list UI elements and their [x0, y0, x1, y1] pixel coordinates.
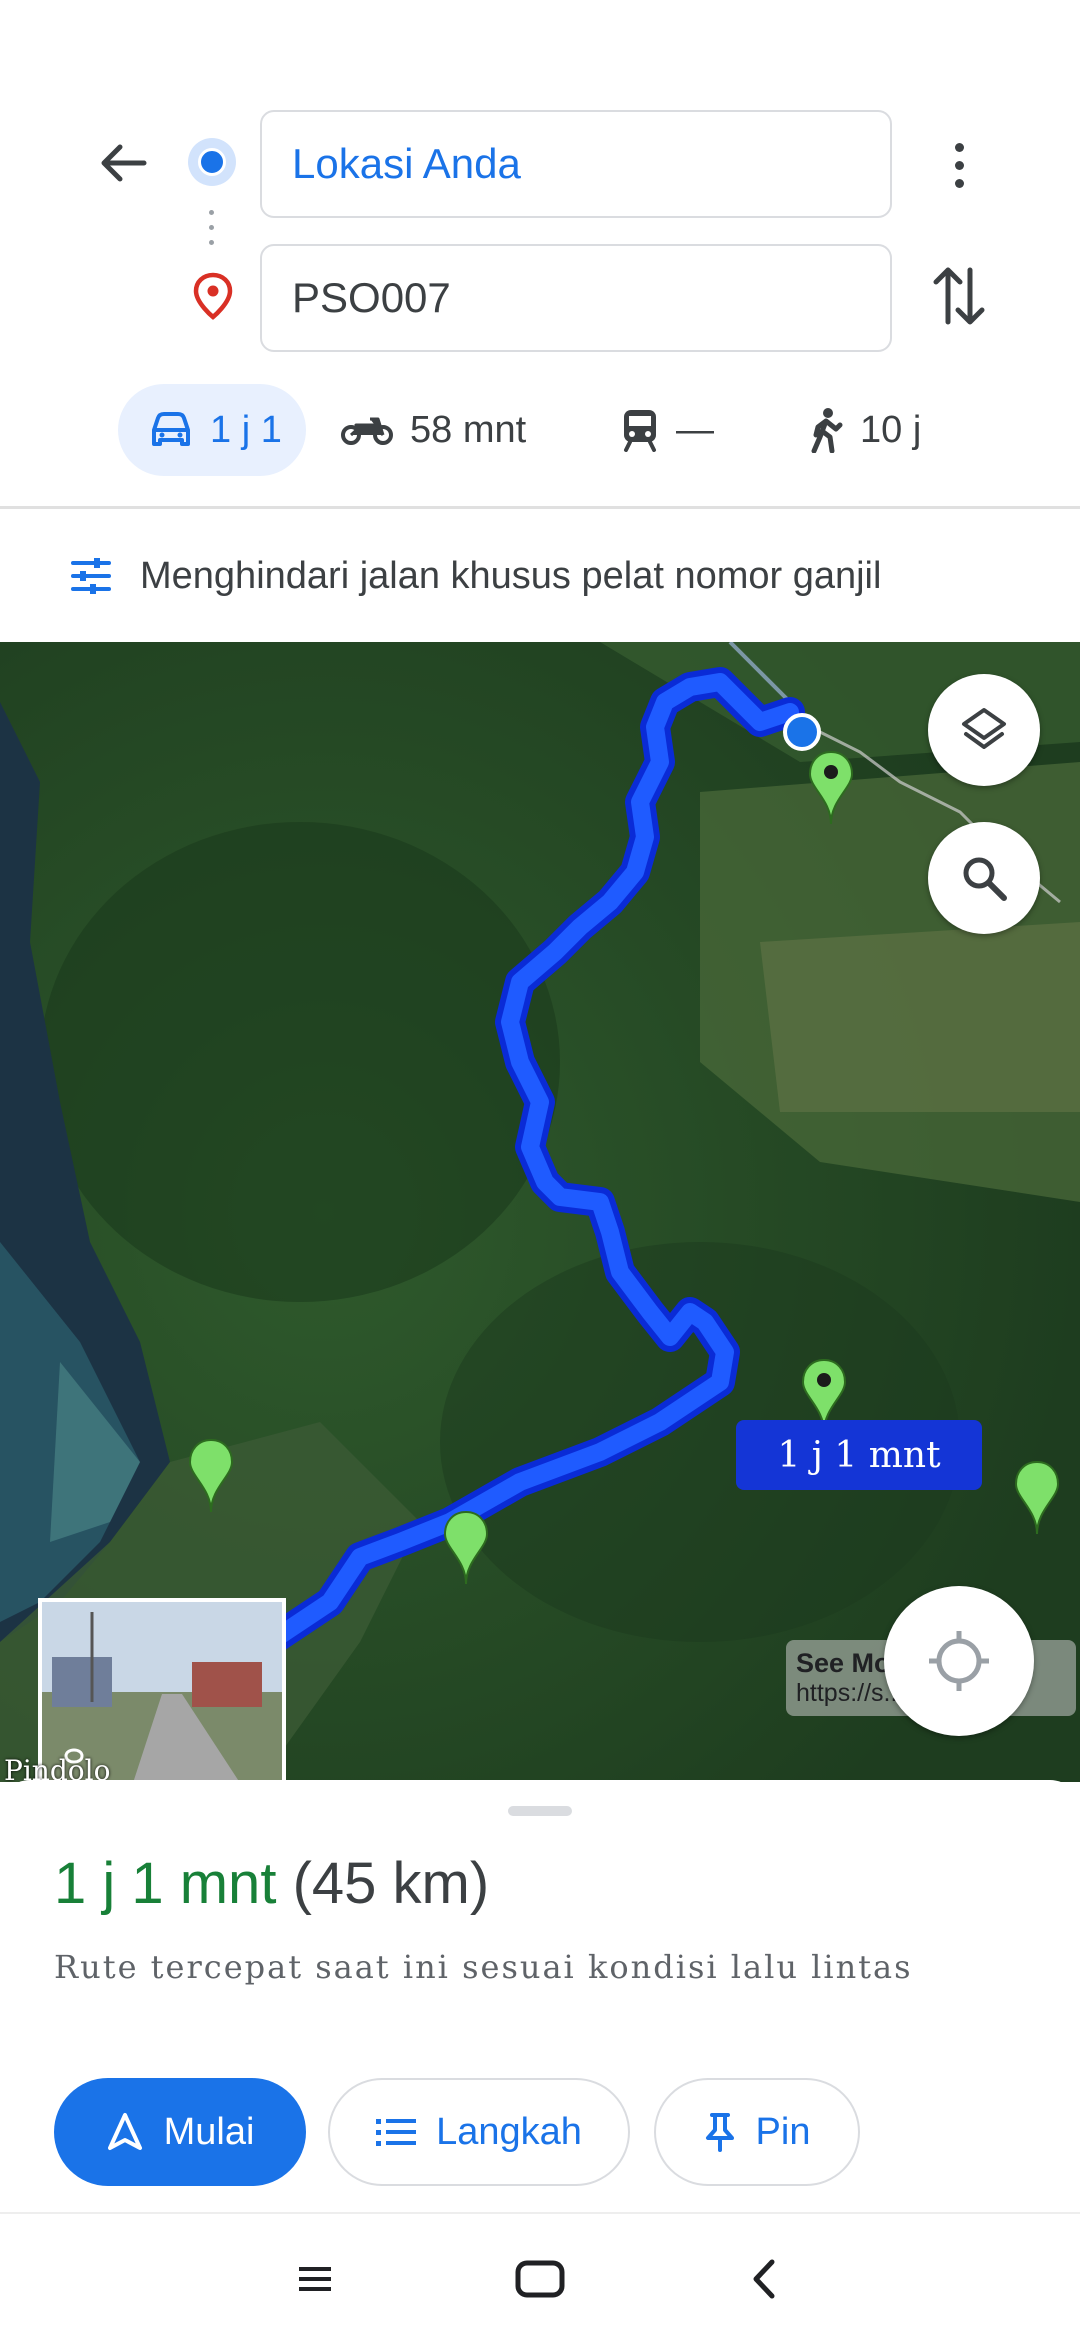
route-options-label: Menghindari jalan khusus pelat nomor gan… [140, 554, 882, 597]
mode-motorcycle-label: 58 mnt [410, 408, 527, 451]
directions-header: Lokasi Anda PSO007 1 j 1 58 mnt — 10 j [0, 0, 1080, 508]
swap-icon [933, 267, 985, 325]
map-search-button[interactable] [928, 822, 1040, 934]
chevron-left-icon [753, 2259, 775, 2299]
map-layers-button[interactable] [928, 674, 1040, 786]
steps-button[interactable]: Langkah [328, 2078, 630, 2186]
system-navigation-bar [0, 2212, 1080, 2340]
navigation-arrow-icon [107, 2113, 142, 2150]
list-icon [376, 2119, 417, 2146]
map-view[interactable]: 1 j 1 mnt See More https://s...App/Home … [0, 642, 1080, 1782]
car-icon [152, 412, 190, 446]
motorcycle-icon [341, 417, 393, 445]
back-arrow-icon [101, 144, 147, 182]
walk-icon [811, 408, 843, 453]
pushpin-icon [705, 2113, 734, 2152]
travel-mode-bar: 1 j 1 58 mnt — 10 j [0, 384, 1080, 476]
my-location-button[interactable] [884, 1586, 1034, 1736]
train-icon [624, 410, 656, 452]
header-divider [0, 506, 1080, 509]
route-summary: 1 j 1 mnt (45 km) [54, 1850, 489, 1917]
mode-car-label: 1 j 1 [210, 408, 282, 451]
route-duration: 1 j 1 mnt [54, 1851, 277, 1916]
system-back-button[interactable] [730, 2244, 800, 2314]
recent-apps-button[interactable] [280, 2244, 350, 2314]
destination-pin-icon [192, 272, 234, 320]
mode-walk-label: 10 j [860, 408, 922, 451]
route-subtitle: Rute tercepat saat ini sesuai kondisi la… [54, 1948, 913, 1986]
menu-icon [299, 2267, 331, 2291]
back-button[interactable] [88, 128, 158, 198]
pin-button-label: Pin [755, 2110, 811, 2153]
more-options-button[interactable] [936, 130, 982, 200]
sheet-drag-handle[interactable] [508, 1806, 572, 1816]
home-button[interactable] [505, 2244, 575, 2314]
home-icon [515, 2260, 565, 2298]
crosshair-icon [929, 1631, 989, 1691]
mode-motorcycle[interactable]: 58 mnt [340, 384, 526, 476]
mode-car[interactable]: 1 j 1 [118, 384, 306, 476]
swap-button[interactable] [930, 262, 988, 330]
start-button[interactable]: Mulai [54, 2078, 306, 2186]
origin-field[interactable]: Lokasi Anda [260, 110, 892, 218]
mode-transit-label: — [676, 408, 714, 451]
steps-button-label: Langkah [436, 2110, 582, 2153]
pin-button[interactable]: Pin [654, 2078, 860, 2186]
connector-dots-icon [209, 210, 215, 256]
route-eta-chip[interactable]: 1 j 1 mnt [736, 1420, 982, 1490]
mode-walk[interactable]: 10 j [808, 384, 921, 476]
layers-icon [962, 708, 1006, 749]
origin-dot-icon [188, 138, 236, 186]
map-place-label: Pindolo [4, 1754, 111, 1782]
destination-field[interactable]: PSO007 [260, 244, 892, 352]
route-distance: (45 km) [292, 1851, 490, 1916]
route-options-row[interactable]: Menghindari jalan khusus pelat nomor gan… [0, 510, 1080, 642]
tune-icon [71, 558, 111, 594]
start-button-label: Mulai [163, 2110, 255, 2153]
search-icon [963, 857, 1007, 901]
mode-transit[interactable]: — [620, 384, 714, 476]
